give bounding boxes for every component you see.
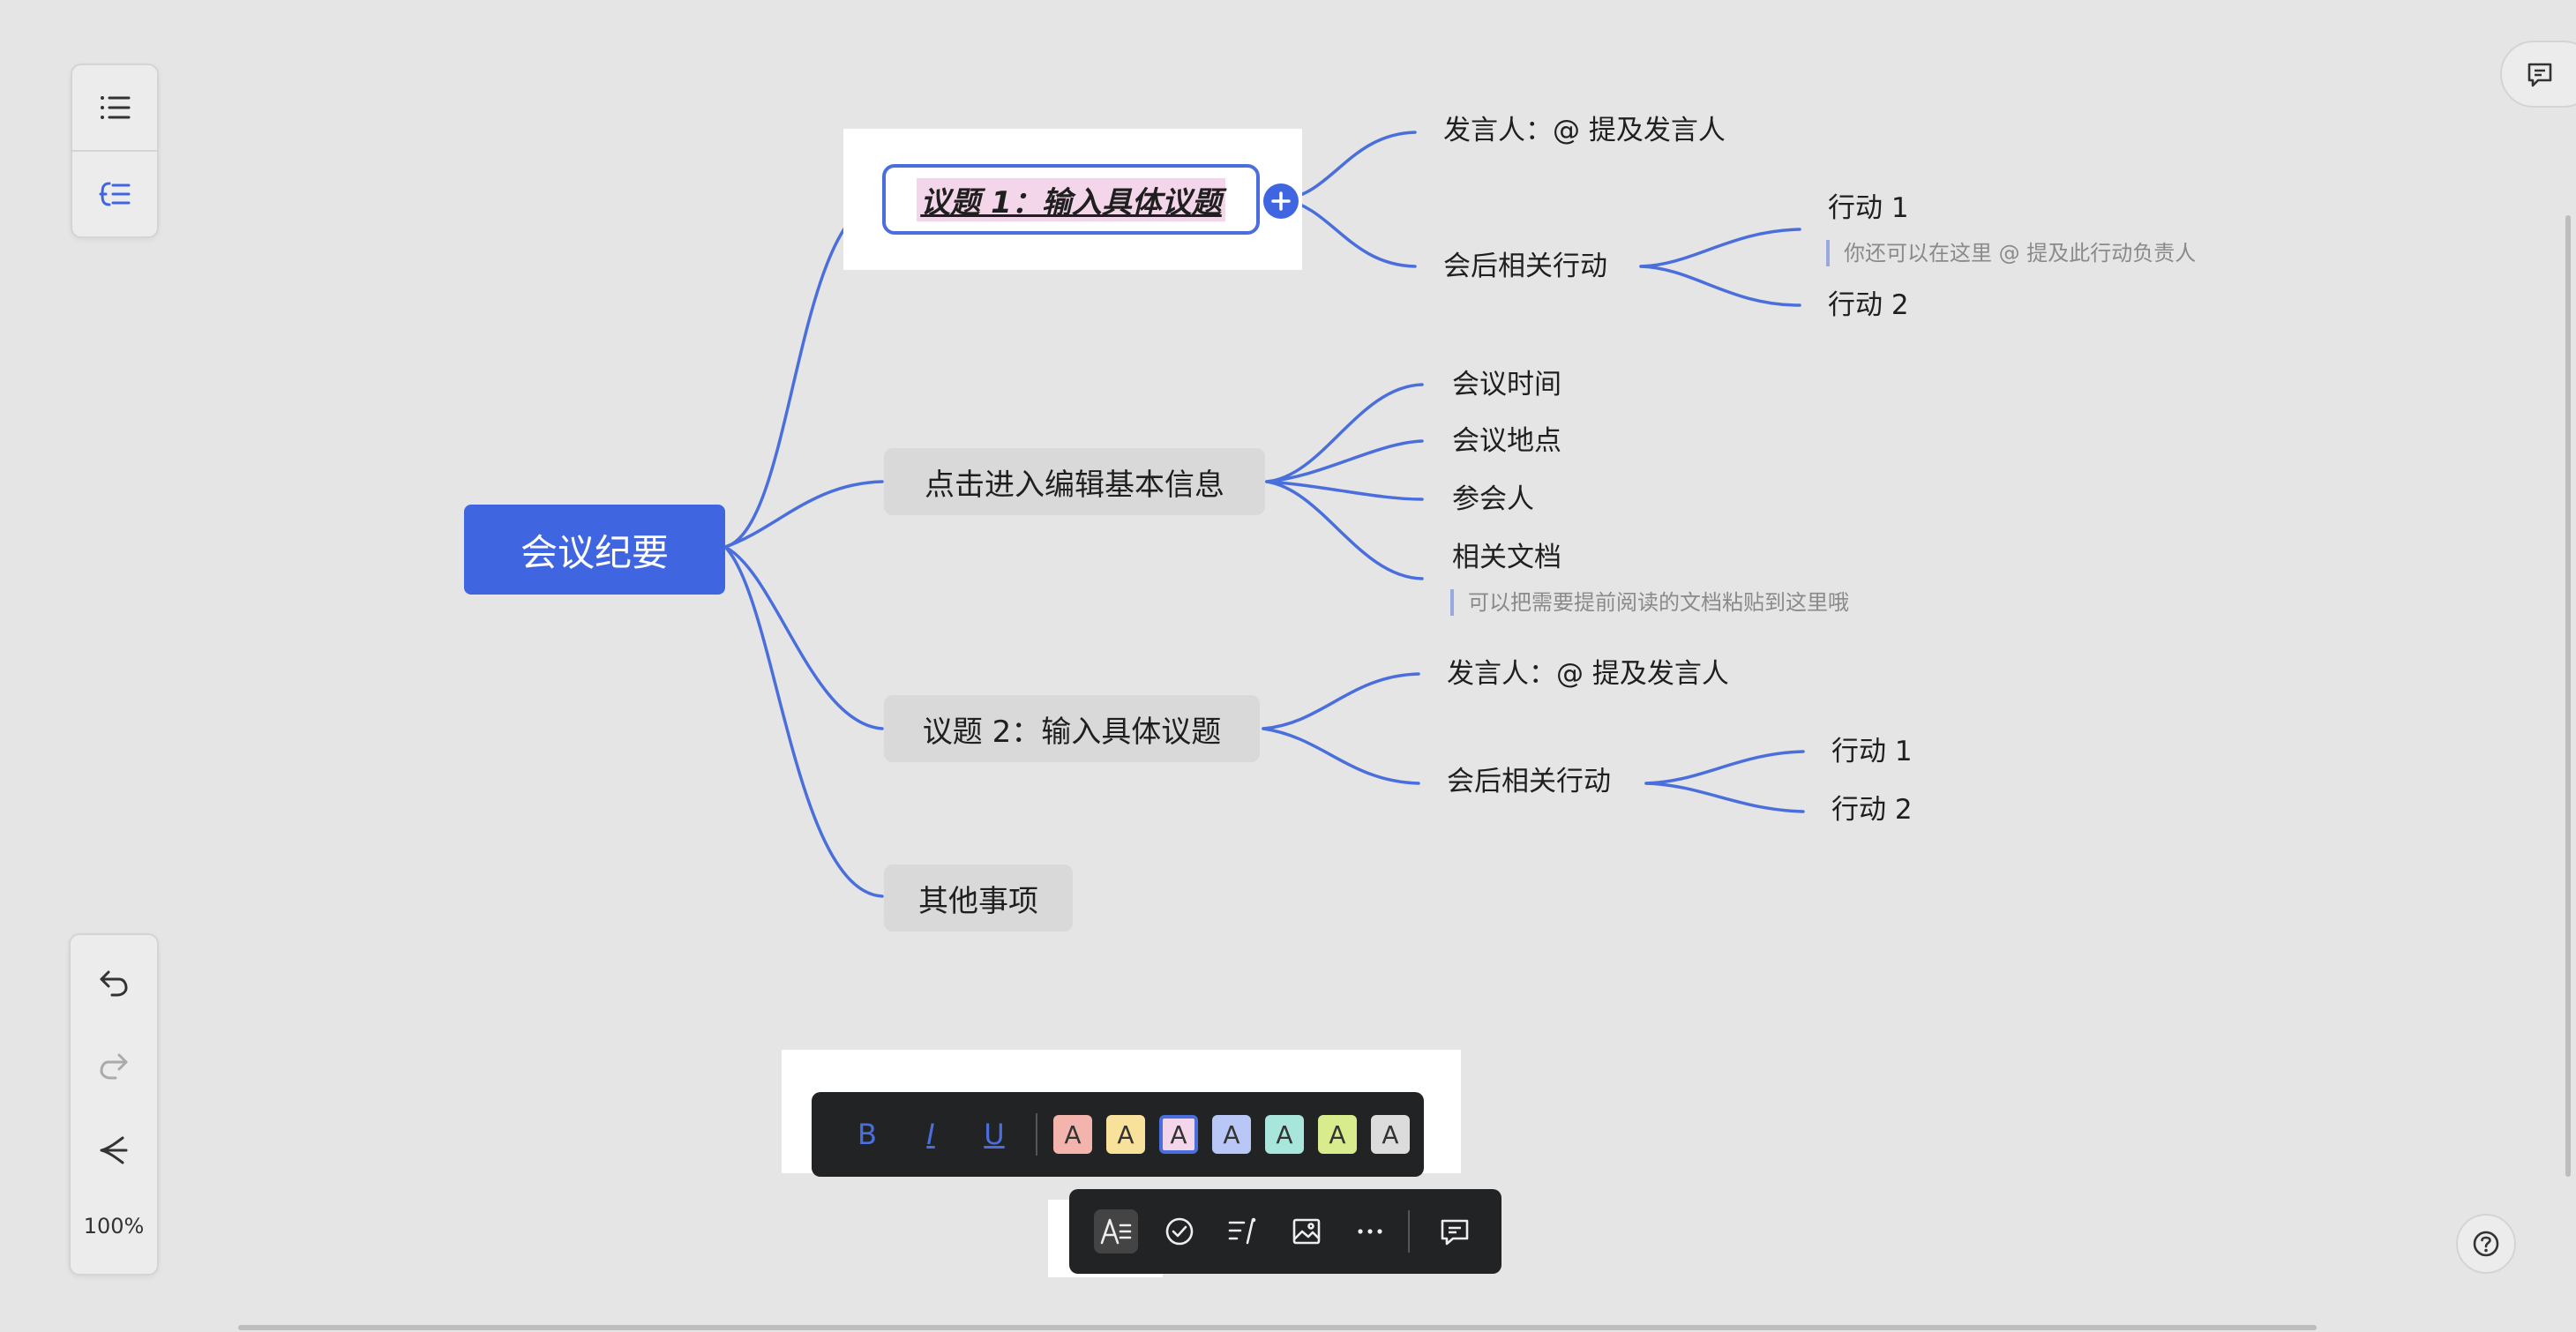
swatch-pink[interactable]: A — [1159, 1115, 1198, 1154]
underline-button[interactable]: U — [972, 1118, 1016, 1151]
layout-button[interactable] — [71, 1122, 157, 1179]
layout-icon — [100, 1136, 128, 1164]
mindmap-structure-icon — [99, 182, 131, 206]
undo-button[interactable] — [71, 954, 157, 1011]
help-icon — [2473, 1231, 2499, 1257]
toolbar-divider — [1036, 1113, 1037, 1156]
zoom-level[interactable]: 100% — [71, 1200, 157, 1253]
vertical-scrollbar[interactable] — [2565, 215, 2571, 1177]
note-icon — [1228, 1217, 1256, 1245]
italic-button[interactable]: I — [909, 1118, 953, 1151]
text-format-toolbar: B I U A A A A A A A — [812, 1092, 1424, 1177]
swatch-lime[interactable]: A — [1318, 1115, 1357, 1154]
image-icon — [1292, 1218, 1321, 1245]
history-toolbar: 100% — [69, 933, 159, 1276]
check-circle-icon — [1165, 1217, 1194, 1246]
swatch-teal[interactable]: A — [1265, 1115, 1304, 1154]
undo-icon — [100, 970, 128, 997]
topic-1-action-1-note: 你还可以在这里 @ 提及此行动负责人 — [1826, 240, 2196, 266]
other-items-node[interactable]: 其他事项 — [884, 864, 1073, 932]
more-icon — [1358, 1229, 1382, 1234]
help-button[interactable] — [2456, 1214, 2516, 1274]
task-button[interactable] — [1157, 1215, 1202, 1248]
swatch-blue[interactable]: A — [1212, 1115, 1251, 1154]
basic-info-people[interactable]: 参会人 — [1452, 482, 1534, 517]
topic-1-label: 议题 1：输入具体议题 — [917, 177, 1225, 221]
swatch-red[interactable]: A — [1053, 1115, 1092, 1154]
horizontal-scrollbar[interactable] — [238, 1325, 2317, 1330]
view-toolbar — [71, 64, 159, 238]
basic-info-docs-note: 可以把需要提前阅读的文档粘贴到这里哦 — [1450, 589, 1849, 616]
swatch-yellow[interactable]: A — [1106, 1115, 1145, 1154]
text-style-icon — [1100, 1218, 1132, 1245]
topic-2-label: 议题 2：输入具体议题 — [922, 714, 1222, 750]
comment-icon — [1441, 1219, 1469, 1246]
comment-icon — [2527, 63, 2552, 87]
topic-1-action-1[interactable]: 行动 1 — [1828, 191, 1909, 226]
add-child-button[interactable] — [1263, 183, 1299, 219]
basic-info-label: 点击进入编辑基本信息 — [925, 467, 1224, 503]
comments-button[interactable] — [2500, 41, 2576, 108]
node-action-toolbar — [1069, 1189, 1501, 1274]
plus-icon — [1271, 191, 1291, 211]
redo-button[interactable] — [71, 1037, 157, 1094]
topic-2-action-2[interactable]: 行动 2 — [1831, 792, 1913, 827]
basic-info-node[interactable]: 点击进入编辑基本信息 — [884, 448, 1265, 515]
outline-button[interactable] — [72, 65, 157, 150]
list-icon — [101, 96, 131, 119]
topic-2-actions[interactable]: 会后相关行动 — [1447, 764, 1611, 799]
topic-2-speaker[interactable]: 发言人：@ 提及发言人 — [1447, 656, 1729, 692]
swatch-gray[interactable]: A — [1371, 1115, 1410, 1154]
comment-button[interactable] — [1433, 1215, 1477, 1248]
basic-info-docs[interactable]: 相关文档 — [1452, 540, 1561, 575]
toolbar-divider — [1408, 1210, 1410, 1253]
text-style-button[interactable] — [1094, 1209, 1138, 1253]
root-node-label: 会议纪要 — [520, 530, 669, 574]
bold-button[interactable]: B — [845, 1118, 889, 1151]
redo-icon — [100, 1053, 128, 1080]
topic-1-speaker[interactable]: 发言人：@ 提及发言人 — [1443, 113, 1726, 148]
other-items-label: 其他事项 — [918, 883, 1038, 919]
topic-2-node[interactable]: 议题 2：输入具体议题 — [884, 695, 1260, 762]
basic-info-place[interactable]: 会议地点 — [1452, 423, 1561, 459]
topic-1-node[interactable]: 议题 1：输入具体议题 — [882, 164, 1260, 235]
topic-2-action-1[interactable]: 行动 1 — [1831, 734, 1913, 769]
topic-1-actions[interactable]: 会后相关行动 — [1443, 249, 1607, 284]
root-node[interactable]: 会议纪要 — [464, 505, 725, 595]
basic-info-time[interactable]: 会议时间 — [1452, 367, 1561, 402]
more-button[interactable] — [1348, 1215, 1392, 1248]
image-button[interactable] — [1284, 1215, 1329, 1248]
note-button[interactable] — [1221, 1215, 1265, 1248]
structure-button[interactable] — [72, 152, 157, 236]
topic-1-action-2[interactable]: 行动 2 — [1828, 288, 1909, 323]
